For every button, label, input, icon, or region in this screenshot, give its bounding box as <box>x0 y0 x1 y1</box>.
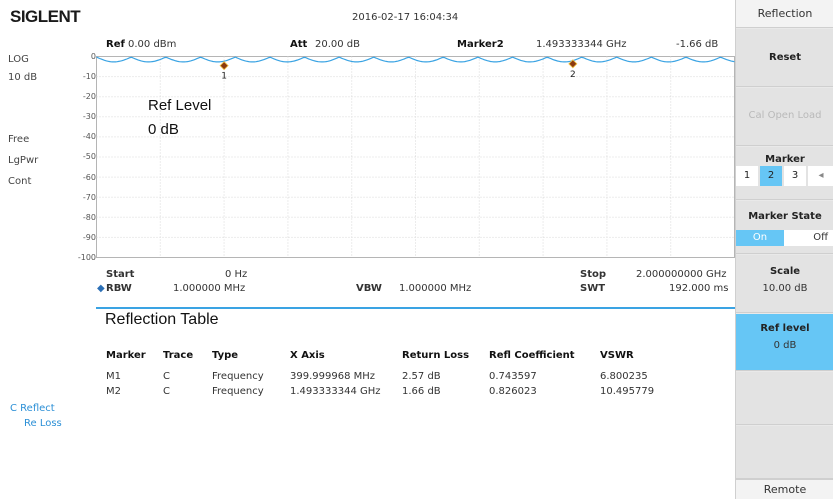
col-header: VSWR <box>600 350 634 361</box>
y-tick: -80 <box>82 213 96 222</box>
trace-label-line1[interactable]: C Reflect <box>10 403 55 414</box>
table-cell: 2.57 dB <box>402 371 441 382</box>
y-tick: 0 <box>90 52 96 61</box>
empty-softkey-2[interactable] <box>736 426 833 479</box>
marker-option-2[interactable]: 2 <box>760 166 782 186</box>
scale-label: Scale <box>769 266 801 277</box>
datetime: 2016-02-17 16:04:34 <box>352 12 459 23</box>
y-tick: -90 <box>82 233 96 242</box>
marker-readout-label: Marker2 <box>457 39 504 50</box>
col-header: Return Loss <box>402 350 470 361</box>
table-cell: 1.493333344 GHz <box>290 386 381 397</box>
swt-value: 192.000 ms <box>669 283 729 294</box>
trace-label-line2[interactable]: Re Loss <box>24 418 62 429</box>
y-tick: -20 <box>82 92 96 101</box>
marker-number: 1 <box>221 72 227 82</box>
ref-level-overlay-value: 0 dB <box>148 121 179 138</box>
table-cell: 6.800235 <box>600 371 648 382</box>
table-cell: M1 <box>106 371 121 382</box>
table-cell: 399.999968 MHz <box>290 371 376 382</box>
table-cell: C <box>163 371 170 382</box>
y-tick: -70 <box>82 193 96 202</box>
state-on-toggle[interactable]: On <box>736 230 784 246</box>
col-header: Marker <box>106 350 146 361</box>
start-label: Start <box>106 269 135 280</box>
diamond-icon: ◆ <box>97 283 105 294</box>
col-header: Refl Coefficient <box>489 350 575 361</box>
marker-selector: 1 2 3 ◂ <box>736 166 833 186</box>
scale-value: 10.00 dB <box>762 283 808 294</box>
col-header: X Axis <box>290 350 325 361</box>
ref-label: Ref <box>106 39 125 50</box>
marker-state-label: Marker State <box>748 211 822 222</box>
start-value: 0 Hz <box>225 269 248 280</box>
table-cell: M2 <box>106 386 121 397</box>
marker-number: 2 <box>570 70 576 80</box>
col-header: Type <box>212 350 239 361</box>
col-header: Trace <box>163 350 194 361</box>
sweep-mode: Cont <box>8 176 32 187</box>
cal-open-load-label: Cal Open Load <box>748 110 822 121</box>
rbw-value: 1.000000 MHz <box>173 283 246 294</box>
att-label: Att <box>290 39 308 50</box>
ref-value: 0.00 dBm <box>128 39 177 50</box>
brand-logo: SIGLENT <box>10 7 81 26</box>
ref-level-label: Ref level <box>760 323 810 334</box>
scale-type: LOG <box>8 54 29 65</box>
swt-label: SWT <box>580 283 606 294</box>
rbw-label: RBW <box>106 283 132 294</box>
trigger-mode: Free <box>8 134 30 145</box>
marker-option-1[interactable]: 1 <box>736 166 758 186</box>
table-cell: 0.743597 <box>489 371 537 382</box>
scale-div: 10 dB <box>8 72 38 83</box>
reset-label: Reset <box>769 52 801 63</box>
marker-label: Marker <box>765 154 805 165</box>
y-tick: -10 <box>82 72 96 81</box>
marker-state-softkey[interactable]: Marker State <box>736 201 833 254</box>
cal-open-load-softkey: Cal Open Load <box>736 88 833 146</box>
softkey-panel: Reflection Reset Cal Open Load Marker 1 … <box>735 0 833 499</box>
reset-softkey[interactable]: Reset <box>736 29 833 87</box>
state-off-toggle[interactable]: Off <box>784 230 833 246</box>
table-cell: 0.826023 <box>489 386 537 397</box>
y-tick: -60 <box>82 173 96 182</box>
y-tick: -50 <box>82 152 96 161</box>
top-bar: SIGLENT 2016-02-17 16:04:34 <box>0 0 735 28</box>
empty-softkey-1[interactable] <box>736 372 833 425</box>
table-title: Reflection Table <box>105 311 219 328</box>
y-tick: -40 <box>82 132 96 141</box>
scale-softkey[interactable]: Scale 10.00 dB <box>736 255 833 313</box>
y-tick: -100 <box>77 253 96 262</box>
ref-level-overlay-label: Ref Level <box>148 97 212 114</box>
marker-option-3[interactable]: 3 <box>784 166 806 186</box>
table-cell: Frequency <box>212 371 264 382</box>
y-tick: -30 <box>82 112 96 121</box>
plot-svg: 12 <box>96 56 735 258</box>
table-cell: C <box>163 386 170 397</box>
vbw-label: VBW <box>356 283 382 294</box>
panel-title: Reflection <box>736 0 833 28</box>
stop-value: 2.000000000 GHz <box>636 269 727 280</box>
remote-indicator: Remote <box>736 479 833 499</box>
vbw-value: 1.000000 MHz <box>399 283 472 294</box>
marker-readout-level: -1.66 dB <box>676 39 719 50</box>
section-divider <box>96 307 735 309</box>
att-value: 20.00 dB <box>315 39 361 50</box>
ref-level-softkey[interactable]: Ref level 0 dB <box>736 314 833 371</box>
table-cell: 10.495779 <box>600 386 655 397</box>
table-cell: 1.66 dB <box>402 386 441 397</box>
chevron-right-icon[interactable]: ◂ <box>808 166 833 186</box>
table-cell: Frequency <box>212 386 264 397</box>
ref-level-value: 0 dB <box>773 340 797 351</box>
marker-readout-freq: 1.493333344 GHz <box>536 39 627 50</box>
detector-mode: LgPwr <box>8 155 39 166</box>
stop-label: Stop <box>580 269 607 280</box>
